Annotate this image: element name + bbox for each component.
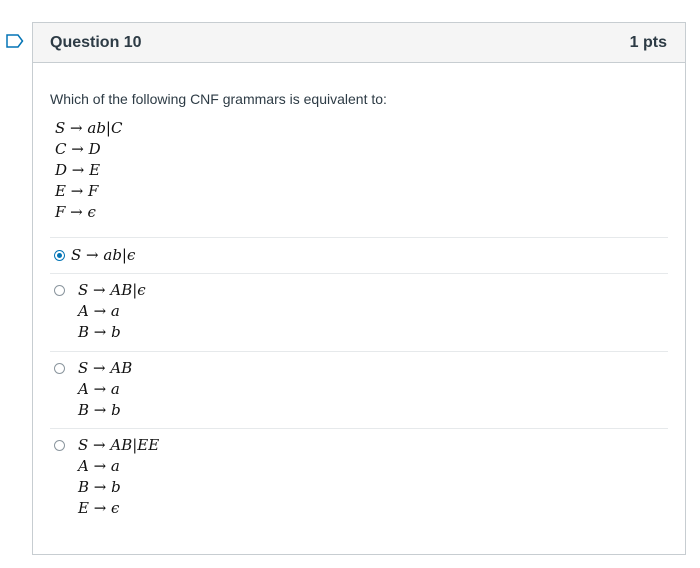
flag-question-icon[interactable] [6,34,24,48]
answer-rule: S → AB|ϵ [78,281,146,299]
grammar-rule: E → F [55,182,99,200]
answer-radio-selected[interactable] [54,250,65,261]
answer-radio[interactable] [54,440,65,451]
grammar-rule: S → ab|C [55,119,123,137]
answer-rule: A → a [78,380,120,398]
answer-text: S → AB|EE A → a B → b E → ϵ [78,435,159,519]
answer-text: S → AB|ϵ A → a B → b [78,280,146,343]
question-header: Question 10 1 pts [33,23,685,63]
answer-list: S → ab|ϵ S → AB|ϵ A → a B → b S → AB A →… [50,237,668,526]
question-points: 1 pts [629,33,667,51]
answer-rule: B → b [78,323,121,341]
grammar-block: S → ab|C C → D D → E E → F F → ϵ [55,118,668,223]
answer-radio[interactable] [54,363,65,374]
answer-rule: A → a [78,302,120,320]
answer-rule: S → AB [78,359,133,377]
answer-option-1[interactable]: S → ab|ϵ [50,237,668,273]
answer-option-3[interactable]: S → AB A → a B → b [50,351,668,428]
answer-rule: B → b [78,401,121,419]
grammar-rule: C → D [55,140,101,158]
answer-option-2[interactable]: S → AB|ϵ A → a B → b [50,273,668,351]
grammar-rule: F → ϵ [55,203,96,221]
answer-text: S → AB A → a B → b [78,358,132,421]
answer-text: S → ab|ϵ [71,245,135,266]
answer-rule: B → b [78,478,121,496]
answer-rule: S → ab|ϵ [71,246,136,264]
question-prompt: Which of the following CNF grammars is e… [50,91,387,107]
answer-radio[interactable] [54,285,65,296]
question-body: Which of the following CNF grammars is e… [33,91,685,526]
question-title: Question 10 [50,33,142,51]
grammar-rule: D → E [55,161,101,179]
answer-rule: E → ϵ [78,499,120,517]
answer-option-4[interactable]: S → AB|EE A → a B → b E → ϵ [50,428,668,526]
answer-rule: S → AB|EE [78,436,160,454]
question-card: Question 10 1 pts Which of the following… [32,22,686,555]
answer-rule: A → a [78,457,120,475]
